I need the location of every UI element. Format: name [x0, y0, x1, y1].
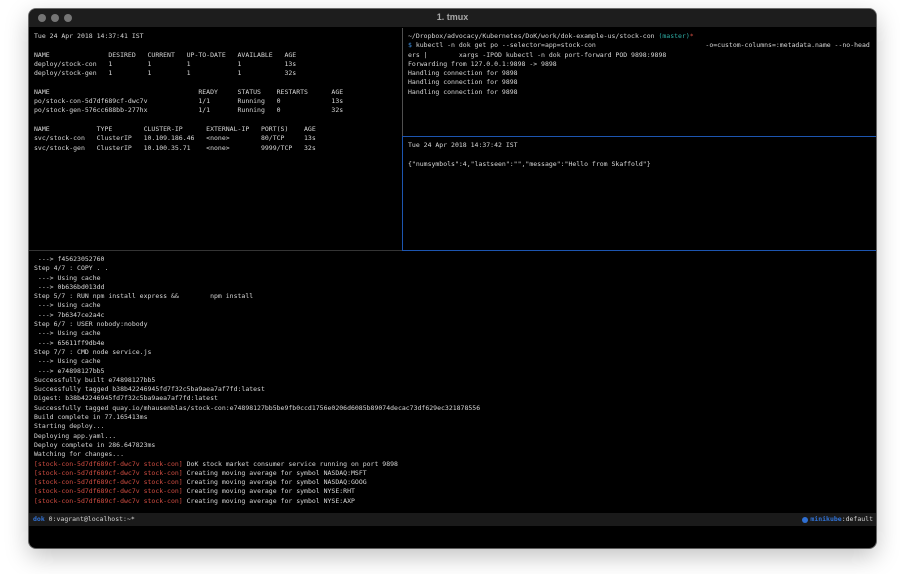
terminal-line: [stock-con-5d7df689cf-dwc7v stock-con] C… — [34, 478, 875, 487]
terminal-line: [stock-con-5d7df689cf-dwc7v stock-con] D… — [34, 460, 875, 469]
terminal-line: deploy/stock-con 1 1 1 1 13s — [34, 60, 402, 69]
terminal-line: ---> e74898127bb5 — [34, 367, 875, 376]
pane-divider-vertical-inactive[interactable] — [402, 28, 403, 136]
terminal-line: NAME DESIRED CURRENT UP-TO-DATE AVAILABL… — [34, 51, 402, 60]
terminal-line: ---> 7b6347ce2a4c — [34, 311, 875, 320]
titlebar: 1. tmux — [29, 9, 876, 28]
terminal-line: Step 5/7 : RUN npm install express && np… — [34, 292, 875, 301]
terminal-line: ---> 65611ff9db4e — [34, 339, 875, 348]
terminal-line: ---> f45623052760 — [34, 255, 875, 264]
terminal-line: Build complete in 77.165413ms — [34, 413, 875, 422]
status-window-item[interactable]: 0:vagrant@localhost:~* — [45, 515, 135, 523]
terminal-window: 1. tmux Tue 24 Apr 2018 14:37:41 IST NAM… — [29, 9, 876, 548]
terminal-line: po/stock-con-5d7df689cf-dwc7v 1/1 Runnin… — [34, 97, 402, 106]
terminal-line: Watching for changes... — [34, 450, 875, 459]
terminal-line: {"numsymbols":4,"lastseen":"","message":… — [408, 160, 875, 169]
terminal-line: ---> Using cache — [34, 329, 875, 338]
terminal-line: Handling connection for 9898 — [408, 78, 875, 87]
terminal-line: Step 6/7 : USER nobody:nobody — [34, 320, 875, 329]
pane-port-forward[interactable]: ~/Dropbox/advocacy/Kubernetes/DoK/work/d… — [403, 28, 875, 136]
pane-curl-response[interactable]: Tue 24 Apr 2018 14:37:42 IST {"numsymbol… — [403, 137, 875, 250]
terminal-line: po/stock-gen-576cc688bb-277hx 1/1 Runnin… — [34, 106, 402, 115]
terminal-line: [stock-con-5d7df689cf-dwc7v stock-con] C… — [34, 469, 875, 478]
terminal-line: Successfully tagged quay.io/mhausenblas/… — [34, 404, 875, 413]
terminal-line — [34, 116, 402, 125]
terminal-line: ---> Using cache — [34, 357, 875, 366]
terminal-line: Starting deploy... — [34, 422, 875, 431]
terminal-line: $ kubectl -n dok get po --selector=app=s… — [408, 41, 875, 50]
terminal-line: Handling connection for 9898 — [408, 69, 875, 78]
tmux-status-bar: dok 0:vagrant@localhost:~* minikube:defa… — [29, 513, 876, 526]
kube-context: minikube — [810, 513, 841, 526]
terminal-line — [34, 78, 402, 87]
terminal-line: Forwarding from 127.0.0.1:9898 -> 9898 — [408, 60, 875, 69]
terminal-line: Tue 24 Apr 2018 14:37:41 IST — [34, 32, 402, 41]
terminal-line: ers | xargs -IPOD kubectl -n dok port-fo… — [408, 51, 875, 60]
terminal-line: ~/Dropbox/advocacy/Kubernetes/DoK/work/d… — [408, 32, 875, 41]
kube-namespace: :default — [842, 513, 873, 526]
status-right: minikube:default — [802, 513, 873, 526]
terminal-line: [stock-con-5d7df689cf-dwc7v stock-con] C… — [34, 487, 875, 496]
pane-kubectl-resources[interactable]: Tue 24 Apr 2018 14:37:41 IST NAME DESIRE… — [29, 28, 402, 250]
terminal-line: Successfully tagged b38b42246945fd7f32c5… — [34, 385, 875, 394]
terminal-line: svc/stock-gen ClusterIP 10.100.35.71 <no… — [34, 144, 402, 153]
kubernetes-icon — [802, 517, 808, 523]
terminal-line: Digest: b38b42246945fd7f32c5ba9aea7af7fd… — [34, 394, 875, 403]
terminal-line: NAME READY STATUS RESTARTS AGE — [34, 88, 402, 97]
pane-skaffold-log[interactable]: ---> f45623052760Step 4/7 : COPY . . ---… — [29, 251, 875, 513]
window-title: 1. tmux — [29, 12, 876, 22]
terminal-line: Deploy complete in 286.647823ms — [34, 441, 875, 450]
terminal-line: Successfully built e74898127bb5 — [34, 376, 875, 385]
terminal-line: Deploying app.yaml... — [34, 432, 875, 441]
pane-divider-horizontal-inactive[interactable] — [29, 250, 402, 251]
terminal-line: deploy/stock-gen 1 1 1 1 32s — [34, 69, 402, 78]
terminal-line: svc/stock-con ClusterIP 10.109.186.46 <n… — [34, 134, 402, 143]
terminal-line: ---> Using cache — [34, 274, 875, 283]
terminal-line: ---> Using cache — [34, 301, 875, 310]
session-name: dok — [33, 515, 45, 523]
terminal-line: NAME TYPE CLUSTER-IP EXTERNAL-IP PORT(S)… — [34, 125, 402, 134]
terminal-line: Step 7/7 : CMD node service.js — [34, 348, 875, 357]
pane-divider-horizontal-active-bottom[interactable] — [403, 250, 876, 251]
terminal-line: Tue 24 Apr 2018 14:37:42 IST — [408, 141, 875, 150]
terminal-line: [stock-con-5d7df689cf-dwc7v stock-con] C… — [34, 497, 875, 506]
terminal-line: Step 4/7 : COPY . . — [34, 264, 875, 273]
status-left: dok 0:vagrant@localhost:~* — [33, 513, 135, 526]
terminal-line: ---> 0b636bd013dd — [34, 283, 875, 292]
pane-divider-vertical-active[interactable] — [402, 136, 403, 251]
terminal-line: Handling connection for 9898 — [408, 88, 875, 97]
pane-divider-horizontal-active-top[interactable] — [403, 136, 876, 137]
terminal-line — [408, 150, 875, 159]
terminal-line — [34, 41, 402, 50]
